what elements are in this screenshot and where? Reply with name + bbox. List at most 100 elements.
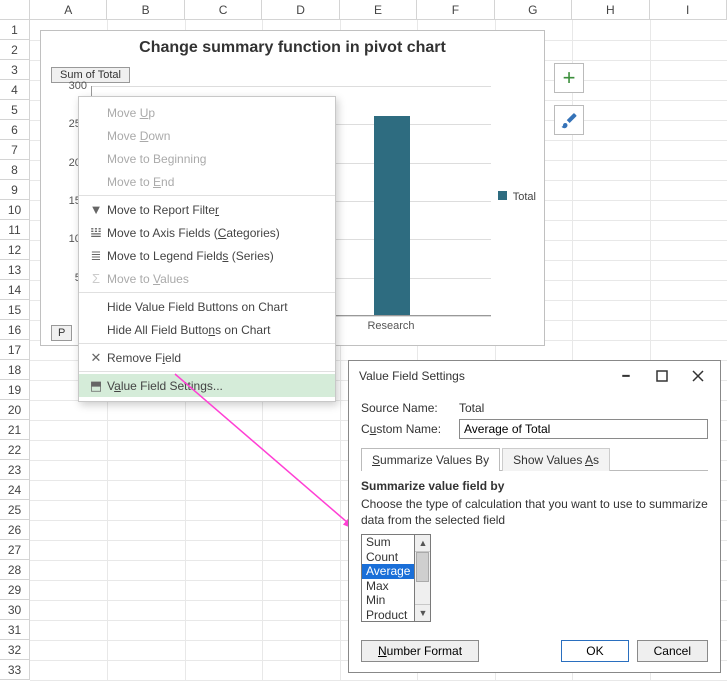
row-header-4[interactable]: 4 [0,80,29,100]
list-item[interactable]: Average [362,564,414,579]
menu-item-label: Hide All Field Buttons on Chart [107,323,270,337]
menu-item-label: Move to Values [107,272,189,286]
col-header-C[interactable]: C [185,0,262,19]
column-headers: ABCDEFGHI [0,0,727,20]
tab[interactable]: Summarize Values By [361,448,500,471]
bar[interactable] [374,116,410,315]
listbox-scrollbar[interactable]: ▲ ▼ [414,534,431,622]
row-header-20[interactable]: 20 [0,400,29,420]
menu-item-label: Hide Value Field Buttons on Chart [107,300,288,314]
menu-item-label: Move Up [107,106,155,120]
axis-field-button[interactable]: P [51,325,72,341]
close-button[interactable] [680,364,716,388]
custom-name-label: Custom Name: [361,422,459,436]
ok-button[interactable]: OK [561,640,628,662]
menu-item-label: Value Field Settings... [107,379,223,393]
row-header-1[interactable]: 1 [0,20,29,40]
row-header-31[interactable]: 31 [0,620,29,640]
row-header-19[interactable]: 19 [0,380,29,400]
scroll-up-arrow[interactable]: ▲ [415,535,430,552]
row-header-9[interactable]: 9 [0,180,29,200]
ytick: 300 [69,80,87,92]
menu-item[interactable]: ⬒Value Field Settings... [79,374,335,397]
legend-label: Total [513,191,536,203]
row-header-5[interactable]: 5 [0,100,29,120]
col-header-B[interactable]: B [107,0,184,19]
row-header-28[interactable]: 28 [0,560,29,580]
scroll-down-arrow[interactable]: ▼ [415,604,430,621]
row-header-7[interactable]: 7 [0,140,29,160]
menu-item: Move to End [79,170,335,193]
col-header-E[interactable]: E [340,0,417,19]
row-header-22[interactable]: 22 [0,440,29,460]
col-header-F[interactable]: F [417,0,494,19]
maximize-icon [656,370,668,382]
row-header-2[interactable]: 2 [0,40,29,60]
list-item[interactable]: Min [362,593,414,608]
col-header-H[interactable]: H [572,0,649,19]
list-item[interactable]: Count [362,550,414,565]
menu-item[interactable]: ▼Move to Report Filter [79,198,335,221]
col-header-I[interactable]: I [650,0,727,19]
menu-item[interactable]: ≣Move to Legend Fields (Series) [79,244,335,267]
value-field-button[interactable]: Sum of Total [51,67,130,83]
row-header-29[interactable]: 29 [0,580,29,600]
menu-item-icon: ≣ [85,248,107,264]
row-header-30[interactable]: 30 [0,600,29,620]
menu-item-icon: Σ [85,271,107,286]
row-header-23[interactable]: 23 [0,460,29,480]
axis-field-buttons: P [51,325,74,341]
chart-styles-button[interactable] [554,105,584,135]
function-listbox[interactable]: SumCountAverageMaxMinProduct [361,534,414,622]
source-name-value: Total [459,401,484,415]
menu-item: Move Down [79,124,335,147]
select-all-corner[interactable] [0,0,30,19]
cancel-button[interactable]: Cancel [637,640,708,662]
row-header-17[interactable]: 17 [0,340,29,360]
row-header-32[interactable]: 32 [0,640,29,660]
minimize-button[interactable]: ━ [608,364,644,388]
group-title: Summarize value field by [361,479,708,493]
menu-item[interactable]: Hide Value Field Buttons on Chart [79,295,335,318]
row-header-24[interactable]: 24 [0,480,29,500]
row-header-6[interactable]: 6 [0,120,29,140]
menu-item-label: Move to Report Filter [107,203,219,217]
scroll-thumb[interactable] [416,552,429,582]
brush-icon [560,111,578,129]
col-header-D[interactable]: D [262,0,339,19]
row-header-12[interactable]: 12 [0,240,29,260]
col-header-G[interactable]: G [495,0,572,19]
row-header-21[interactable]: 21 [0,420,29,440]
group-description: Choose the type of calculation that you … [361,497,708,528]
menu-item[interactable]: Hide All Field Buttons on Chart [79,318,335,341]
list-item[interactable]: Product [362,608,414,623]
number-format-button[interactable]: Number Format [361,640,479,662]
col-header-A[interactable]: A [30,0,107,19]
tab[interactable]: Show Values As [502,448,610,471]
list-item[interactable]: Sum [362,535,414,550]
row-header-33[interactable]: 33 [0,660,29,680]
menu-item: Move Up [79,101,335,124]
source-name-label: Source Name: [361,401,459,415]
menu-item-icon: ✕ [85,350,107,366]
row-header-13[interactable]: 13 [0,260,29,280]
maximize-button[interactable] [644,364,680,388]
row-header-27[interactable]: 27 [0,540,29,560]
row-header-25[interactable]: 25 [0,500,29,520]
menu-item[interactable]: ✕Remove Field [79,346,335,369]
row-header-14[interactable]: 14 [0,280,29,300]
chart-elements-button[interactable]: + [554,63,584,93]
row-header-26[interactable]: 26 [0,520,29,540]
row-header-18[interactable]: 18 [0,360,29,380]
custom-name-input[interactable] [459,419,708,439]
row-header-3[interactable]: 3 [0,60,29,80]
row-header-10[interactable]: 10 [0,200,29,220]
row-header-8[interactable]: 8 [0,160,29,180]
menu-item: Move to Beginning [79,147,335,170]
row-header-11[interactable]: 11 [0,220,29,240]
row-header-15[interactable]: 15 [0,300,29,320]
list-item[interactable]: Max [362,579,414,594]
row-header-16[interactable]: 16 [0,320,29,340]
legend: Total [498,191,536,203]
menu-item[interactable]: 𝍎Move to Axis Fields (Categories) [79,221,335,244]
